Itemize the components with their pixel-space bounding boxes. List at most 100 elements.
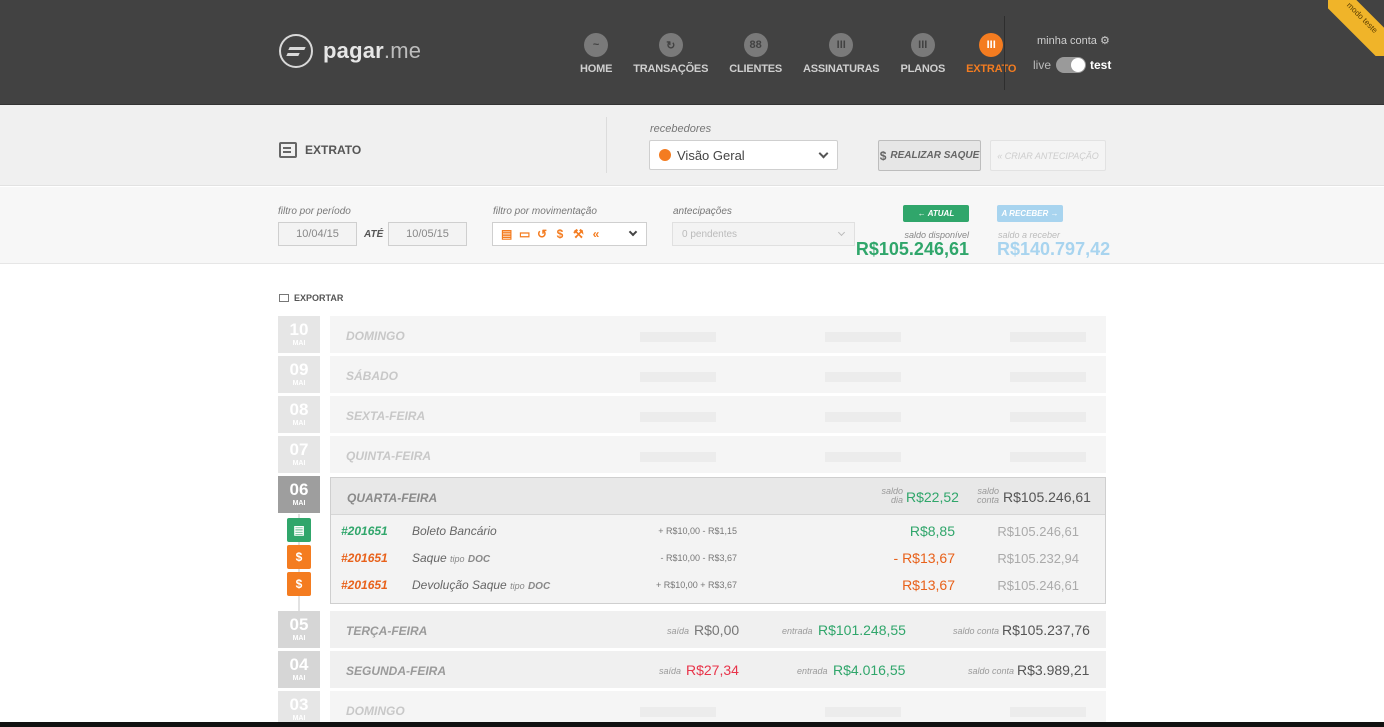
dollar-icon[interactable]: $ bbox=[555, 227, 565, 241]
rewind-icon[interactable]: « bbox=[591, 227, 601, 241]
entrada-value: R$101.248,55 bbox=[818, 622, 906, 638]
refresh-icon: ↻ bbox=[658, 33, 683, 57]
dollar-icon: $ bbox=[287, 572, 311, 596]
placeholder bbox=[1010, 332, 1086, 342]
saldo-conta-value: R$3.989,21 bbox=[1017, 662, 1090, 678]
saida-value: R$0,00 bbox=[694, 622, 740, 638]
antecipacoes-label: antecipações bbox=[673, 206, 732, 217]
dollar-icon: $ bbox=[879, 148, 887, 163]
date-month: MAI bbox=[292, 340, 306, 347]
transaction-balance: R$105.246,61 bbox=[997, 524, 1079, 539]
day-row[interactable]: TERÇA-FEIRA saída R$0,00 entrada R$101.2… bbox=[330, 611, 1106, 648]
transaction-row[interactable]: #201651 Boleto Bancário + R$10,00 - R$1,… bbox=[331, 517, 1105, 544]
weekday-label: SÁBADO bbox=[346, 369, 399, 383]
recebedores-select[interactable]: Visão Geral bbox=[649, 140, 838, 170]
nav-assinaturas[interactable]: III ASSINATURAS bbox=[803, 33, 880, 75]
recebedores-label: recebedores bbox=[650, 123, 712, 135]
placeholder bbox=[640, 412, 716, 422]
transaction-desc: Boleto Bancário bbox=[412, 524, 497, 538]
transaction-row[interactable]: #201651 Saque tipo DOC - R$10,00 - R$3,6… bbox=[331, 544, 1105, 571]
date-day: 09 bbox=[289, 360, 309, 379]
nav-home[interactable]: ~ HOME bbox=[580, 33, 612, 75]
nav-label: TRANSAÇÕES bbox=[633, 63, 709, 75]
date-from-input[interactable]: 10/04/15 bbox=[278, 222, 357, 246]
weekday-label: SEXTA-FEIRA bbox=[346, 409, 426, 423]
day-row[interactable]: SÁBADO bbox=[330, 356, 1106, 393]
saida-label: saída bbox=[667, 626, 690, 636]
date-day: 10 bbox=[289, 320, 309, 339]
transaction-id[interactable]: #201651 bbox=[341, 578, 388, 592]
hammer-icon[interactable]: ⚒ bbox=[573, 227, 584, 241]
nav-clientes[interactable]: 88 CLIENTES bbox=[729, 33, 782, 75]
page-title-text: EXTRATO bbox=[305, 143, 362, 157]
antecipacoes-select[interactable]: 0 pendentes bbox=[672, 222, 855, 246]
day-row[interactable]: SEGUNDA-FEIRA saída R$27,34 entrada R$4.… bbox=[330, 651, 1106, 688]
transaction-value: R$8,85 bbox=[909, 523, 955, 539]
nav-label: EXTRATO bbox=[966, 63, 1017, 75]
saldo-conta-label: saldo conta bbox=[953, 626, 1000, 636]
account-link[interactable]: minha conta ⚙ bbox=[1037, 34, 1110, 47]
date-month: MAI bbox=[292, 635, 306, 642]
weekday-label: QUARTA-FEIRA bbox=[347, 491, 438, 505]
weekday-label: DOMINGO bbox=[346, 329, 405, 343]
mode-live-label: live bbox=[1033, 58, 1052, 72]
transaction-id[interactable]: #201651 bbox=[341, 524, 388, 538]
transaction-calc: - R$10,00 - R$3,67 bbox=[660, 553, 737, 563]
brand-name: pagar.me bbox=[323, 38, 422, 63]
brand-logo[interactable]: pagar.me bbox=[279, 34, 421, 68]
criar-antecipacao-button[interactable]: « CRIAR ANTECIPAÇÃO bbox=[990, 140, 1106, 171]
transaction-row[interactable]: #201651 Devolução Saque tipo DOC + R$10,… bbox=[331, 571, 1105, 598]
a-receber-tab[interactable]: A RECEBER → bbox=[997, 205, 1063, 222]
day-row[interactable]: DOMINGO bbox=[330, 316, 1106, 353]
placeholder bbox=[1010, 372, 1086, 382]
date-month: MAI bbox=[292, 420, 306, 427]
placeholder bbox=[1010, 707, 1086, 717]
refund-icon[interactable]: ↺ bbox=[537, 227, 547, 241]
date-to-input[interactable]: 10/05/15 bbox=[388, 222, 467, 246]
nav-label: PLANOS bbox=[900, 63, 946, 75]
date-badge: 08 MAI bbox=[278, 396, 320, 433]
transaction-id[interactable]: #201651 bbox=[341, 551, 388, 565]
boleto-icon[interactable]: ▤ bbox=[501, 227, 512, 241]
realizar-saque-button[interactable]: $ REALIZAR SAQUE bbox=[878, 140, 981, 171]
saldo-dia-value: R$22,52 bbox=[906, 489, 959, 505]
mode-toggle[interactable] bbox=[1056, 57, 1087, 73]
header-divider bbox=[1004, 16, 1005, 90]
date-badge: 09 MAI bbox=[278, 356, 320, 393]
chevron-down-icon bbox=[818, 148, 829, 159]
weekday-label: DOMINGO bbox=[346, 704, 405, 718]
logo-icon bbox=[279, 34, 313, 68]
atual-tab[interactable]: ← ATUAL bbox=[903, 205, 969, 222]
ate-label: ATÉ bbox=[364, 229, 384, 240]
page-title: EXTRATO bbox=[279, 142, 361, 158]
periodo-label: filtro por período bbox=[278, 206, 351, 217]
nav-transacoes[interactable]: ↻ TRANSAÇÕES bbox=[633, 33, 708, 75]
chart-icon: ~ bbox=[584, 33, 609, 57]
saldo-receber-value: R$140.797,42 bbox=[997, 239, 1111, 259]
card-icon[interactable]: ▭ bbox=[519, 227, 530, 241]
sub-divider bbox=[606, 117, 607, 173]
chevron-down-icon[interactable] bbox=[628, 227, 638, 237]
transaction-calc: + R$10,00 + R$3,67 bbox=[655, 580, 737, 590]
active-day-card: QUARTA-FEIRA saldo dia R$22,52 saldo con… bbox=[330, 477, 1106, 604]
nav-extrato[interactable]: III EXTRATO bbox=[966, 33, 1016, 75]
day-row[interactable]: SEXTA-FEIRA bbox=[330, 396, 1106, 433]
test-mode-ribbon: modo teste bbox=[1328, 0, 1384, 56]
entrada-label: entrada bbox=[782, 626, 813, 636]
saida-value: R$27,34 bbox=[686, 662, 739, 678]
nav-planos[interactable]: III PLANOS bbox=[900, 33, 945, 75]
day-row[interactable]: QUINTA-FEIRA bbox=[330, 436, 1106, 473]
exportar-button[interactable]: EXPORTAR bbox=[279, 293, 343, 303]
users-icon: 88 bbox=[743, 33, 768, 57]
active-day-header[interactable]: QUARTA-FEIRA saldo dia R$22,52 saldo con… bbox=[331, 478, 1105, 515]
recebedores-value: Visão Geral bbox=[677, 147, 745, 163]
mode-switch: live test bbox=[1033, 57, 1111, 73]
nav-label: HOME bbox=[580, 63, 613, 75]
movimentacao-filter[interactable]: ▤ ▭ ↺ $ ⚒ « bbox=[492, 222, 647, 246]
main-nav: ~ HOME ↻ TRANSAÇÕES 88 CLIENTES III ASSI… bbox=[580, 33, 1037, 75]
placeholder bbox=[1010, 452, 1086, 462]
date-month: MAI bbox=[292, 380, 306, 387]
plans-icon: III bbox=[910, 33, 935, 57]
placeholder bbox=[825, 372, 901, 382]
saldo-conta-label: saldo conta bbox=[968, 666, 1015, 676]
